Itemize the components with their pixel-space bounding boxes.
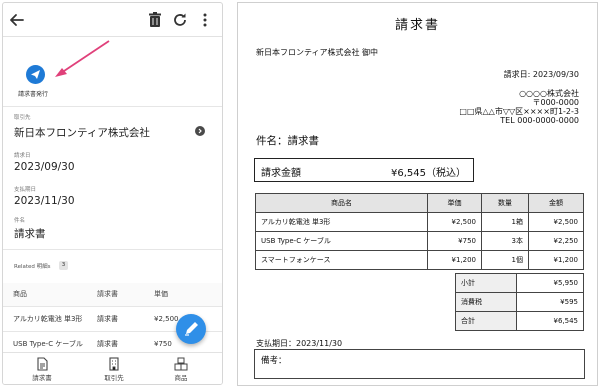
due-date-label: 支払期日 — [14, 187, 37, 193]
table-cell: スマートフォンケース — [255, 250, 428, 270]
total-row: 合計 ¥6,545 — [455, 311, 585, 331]
issuer-block: ○○○○株式会社 〒000-0000 □□県△△市▽▽区××××町1-2-3 T… — [459, 89, 579, 125]
remarks-label: 備考： — [261, 356, 287, 366]
invoice-date-label: 請求日 — [14, 153, 31, 159]
billing-amount-label: 請求金額 — [261, 168, 301, 179]
column-header: 単価 — [427, 193, 482, 213]
billing-amount-box: 請求金額 ¥6,545（税込） — [254, 158, 474, 182]
building-icon — [89, 357, 139, 371]
client-value: 新日本フロンティア株式会社 — [14, 127, 150, 139]
column-header: 商品名 — [255, 193, 428, 213]
column-header: 商品 — [3, 283, 87, 307]
table-cell: 1箱 — [481, 212, 529, 232]
nav-item-clients[interactable]: 取引先 — [89, 357, 139, 382]
table-cell: ¥2,500 — [528, 212, 584, 232]
remarks-box: 備考： — [254, 349, 585, 379]
pencil-icon — [176, 322, 206, 346]
trash-icon[interactable] — [145, 10, 165, 30]
back-arrow-icon[interactable] — [7, 10, 27, 30]
recipient: 新日本フロンティア株式会社 御中 — [256, 48, 379, 57]
table-row: USB Type-C ケーブル ¥750 3本 ¥2,250 — [255, 231, 584, 251]
table-cell: USB Type-C ケーブル — [255, 231, 428, 251]
invoice-date-value: 2023/09/30 — [14, 161, 75, 173]
table-cell: ¥2,500 — [427, 212, 482, 232]
issuer-tel: TEL 000-0000-0000 — [500, 116, 579, 125]
nav-label: 取引先 — [104, 374, 124, 382]
related-count-badge: 3 — [59, 261, 68, 270]
table-row: アルカリ乾電池 単3形 ¥2,500 1箱 ¥2,500 — [255, 212, 584, 232]
table-cell: ¥1,200 — [528, 250, 584, 270]
more-vert-icon[interactable] — [195, 10, 215, 30]
table-row: スマートフォンケース ¥1,200 1個 ¥1,200 — [255, 250, 584, 270]
document-title: 請求書 — [394, 18, 440, 33]
column-header: 金額 — [528, 193, 584, 213]
table-cell: 1個 — [481, 250, 529, 270]
totals-value: ¥6,545 — [515, 311, 585, 331]
screen: 請求書発行 取引先 新日本フロンティア株式会社 請求日 2023/09/30 支… — [0, 0, 600, 388]
totals-value: ¥5,950 — [515, 273, 585, 293]
document-icon — [17, 357, 67, 371]
nav-label: 請求書 — [32, 374, 52, 382]
edit-fab-button[interactable] — [176, 314, 206, 344]
table-header-row: 商品名 単価 数量 金額 — [255, 193, 584, 213]
table-header-row: 商品 請求書 単価 — [3, 283, 222, 307]
payment-due-date: 支払期日：2023/11/30 — [256, 339, 343, 348]
column-header: 単価 — [144, 283, 222, 307]
issue-date: 請求日: 2023/09/30 — [503, 70, 579, 79]
subject-value: 請求書 — [14, 228, 46, 240]
boxes-icon — [156, 357, 206, 371]
table-cell: ¥2,250 — [528, 231, 584, 251]
issuer-company: ○○○○株式会社 — [519, 89, 579, 98]
line-items-table: 商品名 単価 数量 金額 アルカリ乾電池 単3形 ¥2,500 1箱 ¥2,50… — [255, 193, 584, 270]
totals-label: 小計 — [455, 273, 517, 293]
totals-value: ¥595 — [515, 292, 585, 312]
column-header: 請求書 — [87, 283, 144, 307]
subject-line: 件名：請求書 — [256, 135, 319, 147]
divider — [3, 249, 222, 250]
table-cell: アルカリ乾電池 単3形 — [3, 306, 87, 332]
tax-row: 消費税 ¥595 — [455, 292, 585, 312]
bottom-navigation: 請求書 取引先 商品 — [3, 352, 222, 384]
divider — [3, 106, 222, 107]
annotation-arrow — [55, 40, 110, 77]
table-cell: アルカリ乾電池 単3形 — [255, 212, 428, 232]
related-items-label: Related 明細s — [14, 264, 51, 270]
column-header: 数量 — [481, 193, 529, 213]
due-date-value: 2023/11/30 — [14, 195, 75, 207]
issuer-address: □□県△△市▽▽区××××町1-2-3 — [459, 107, 579, 116]
nav-item-products[interactable]: 商品 — [156, 357, 206, 382]
table-cell: ¥1,200 — [427, 250, 482, 270]
billing-amount-value: ¥6,545（税込） — [391, 168, 466, 179]
invoice-document: 請求書 新日本フロンティア株式会社 御中 請求日: 2023/09/30 ○○○… — [237, 2, 598, 386]
totals-label: 合計 — [455, 311, 517, 331]
table-cell: 3本 — [481, 231, 529, 251]
chevron-right-icon[interactable] — [195, 126, 205, 136]
table-cell: ¥750 — [427, 231, 482, 251]
client-label: 取引先 — [14, 115, 31, 121]
subtotal-row: 小計 ¥5,950 — [455, 273, 585, 293]
issuer-postal: 〒000-0000 — [532, 98, 579, 107]
refresh-icon[interactable] — [170, 10, 190, 30]
mobile-app-panel: 請求書発行 取引先 新日本フロンティア株式会社 請求日 2023/09/30 支… — [2, 2, 223, 385]
subject-label: 件名 — [14, 218, 26, 224]
nav-item-invoices[interactable]: 請求書 — [17, 357, 67, 382]
totals-table: 小計 ¥5,950 消費税 ¥595 合計 ¥6,545 — [455, 273, 585, 331]
totals-label: 消費税 — [455, 292, 517, 312]
nav-label: 商品 — [174, 374, 188, 382]
table-cell: 請求書 — [87, 306, 144, 332]
